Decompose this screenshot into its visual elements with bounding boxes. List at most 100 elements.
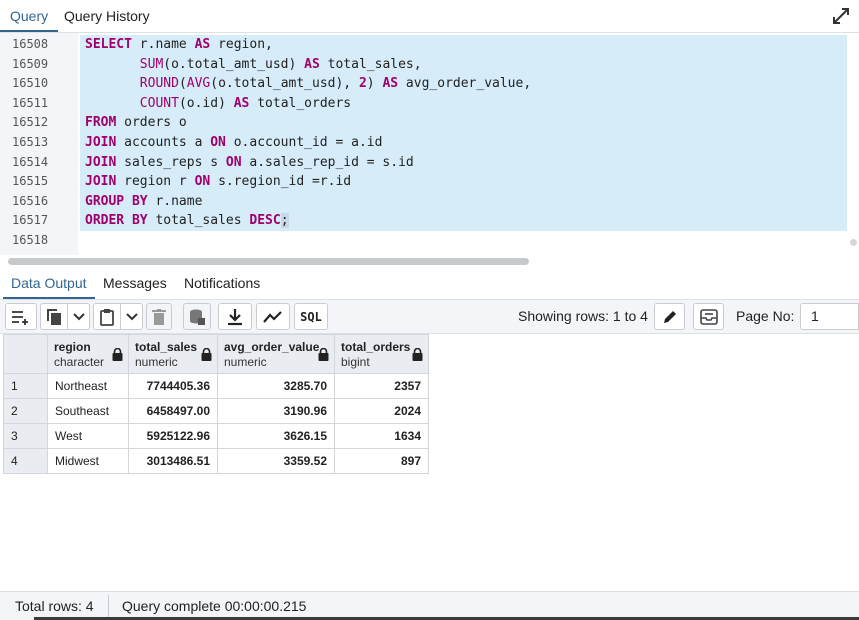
sql-icon: SQL <box>300 309 322 324</box>
sql-button[interactable]: SQL <box>294 303 328 330</box>
sql-token: region r <box>116 174 195 190</box>
code-line[interactable]: FROM orders o <box>85 113 187 133</box>
tab-notifications[interactable]: Notifications <box>176 268 268 299</box>
table-row[interactable]: 2 Southeast 6458497.00 3190.96 2024 <box>3 398 429 424</box>
cell-region[interactable]: Midwest <box>47 448 129 474</box>
expand-icon[interactable] <box>831 6 851 26</box>
table-row[interactable]: 4 Midwest 3013486.51 3359.52 897 <box>3 448 429 474</box>
copy-options-dropdown[interactable] <box>68 303 90 330</box>
row-number[interactable]: 2 <box>3 398 48 424</box>
code-line[interactable]: SELECT r.name AS region, <box>85 35 273 55</box>
add-row-button[interactable] <box>5 303 37 330</box>
cell-avg-order-value[interactable]: 3285.70 <box>217 373 335 399</box>
cell-total-sales[interactable]: 6458497.00 <box>128 398 218 424</box>
download-button[interactable] <box>218 303 252 330</box>
line-number: 16513 <box>12 135 49 149</box>
sql-keyword: ON <box>210 135 226 150</box>
line-number: 16509 <box>12 56 49 71</box>
tab-query[interactable]: Query <box>0 0 59 32</box>
add-row-icon <box>11 309 31 325</box>
column-header-avg-order-value[interactable]: avg_order_value numeric <box>217 334 335 374</box>
code-line[interactable]: JOIN sales_reps s ON a.sales_rep_id = s.… <box>85 153 414 173</box>
column-header-region[interactable]: region character <box>47 334 129 374</box>
cell-region[interactable]: West <box>47 423 129 449</box>
data-grid-area: region character total_sales numeric avg… <box>0 334 859 591</box>
cell-total-orders[interactable]: 1634 <box>334 423 429 449</box>
sql-token: avg_order_value, <box>398 76 532 92</box>
sql-token: o.account_id = a.id <box>225 135 383 150</box>
sql-token: (o.total_amt_usd), <box>210 76 359 92</box>
sql-token: s.region_id =r.id <box>210 174 352 190</box>
line-number: 16511 <box>12 95 49 110</box>
sql-keyword: ORDER BY <box>85 213 148 229</box>
sql-token: ) <box>366 76 383 92</box>
result-grid: region character total_sales numeric avg… <box>3 334 429 474</box>
sql-keyword: FROM <box>85 115 117 131</box>
table-row[interactable]: 3 West 5925122.96 3626.15 1634 <box>3 423 429 449</box>
sql-token: accounts a <box>116 135 211 150</box>
table-row[interactable]: 1 Northeast 7744405.36 3285.70 2357 <box>3 373 429 399</box>
code-line[interactable]: SUM(o.total_amt_usd) AS total_sales, <box>85 55 422 75</box>
sql-token: (o.id) <box>178 95 234 111</box>
sql-token: orders o <box>116 115 187 131</box>
code-line[interactable]: COUNT(o.id) AS total_orders <box>85 94 351 114</box>
tab-query-history[interactable]: Query History <box>54 0 160 32</box>
save-data-button[interactable] <box>183 303 211 330</box>
tab-data-output[interactable]: Data Output <box>3 268 95 299</box>
code-line[interactable]: JOIN region r ON s.region_id =r.id <box>85 172 351 192</box>
row-number-header[interactable] <box>3 334 48 374</box>
cell-avg-order-value[interactable]: 3626.15 <box>217 423 335 449</box>
paste-options-dropdown[interactable] <box>121 303 143 330</box>
cell-region[interactable]: Southeast <box>47 398 129 424</box>
row-number[interactable]: 3 <box>3 423 48 449</box>
paste-button[interactable] <box>93 303 121 330</box>
total-rows-status: Total rows: 4 <box>15 598 94 614</box>
delete-button[interactable] <box>146 303 172 330</box>
column-header-total-orders[interactable]: total_orders bigint <box>334 334 429 374</box>
sql-token: total_sales <box>147 213 250 229</box>
copy-button[interactable] <box>40 303 68 330</box>
lock-icon <box>201 347 212 364</box>
code-line[interactable]: ORDER BY total_sales DESC; <box>85 211 289 231</box>
sql-keyword: AS <box>194 37 211 52</box>
line-number: 16514 <box>12 154 49 169</box>
cell-total-sales[interactable]: 5925122.96 <box>128 423 218 449</box>
sql-token: r.name <box>147 193 203 209</box>
sql-function: SUM <box>139 56 164 72</box>
row-number[interactable]: 4 <box>3 448 48 474</box>
cell-avg-order-value[interactable]: 3359.52 <box>217 448 335 474</box>
cell-avg-order-value[interactable]: 3190.96 <box>217 398 335 424</box>
lock-icon <box>112 347 123 364</box>
code-line[interactable]: GROUP BY r.name <box>85 192 202 212</box>
column-header-total-sales[interactable]: total_sales numeric <box>128 334 218 374</box>
cell-total-sales[interactable]: 3013486.51 <box>128 448 218 474</box>
status-divider <box>108 595 109 617</box>
page-number-input[interactable]: 1 <box>800 303 859 330</box>
line-number: 16512 <box>12 115 49 130</box>
graph-visualiser-button[interactable] <box>256 303 290 330</box>
cell-total-sales[interactable]: 7744405.36 <box>128 373 218 399</box>
filter-rows-icon <box>699 308 718 325</box>
cell-region[interactable]: Northeast <box>47 373 129 399</box>
vertical-scrollbar[interactable] <box>850 239 857 246</box>
sql-editor[interactable]: 16508 16509 16510 16511 16512 16513 16514 16515… <box>0 33 859 265</box>
horizontal-scrollbar[interactable] <box>8 258 529 265</box>
sql-keyword: AS <box>233 95 250 111</box>
code-line[interactable]: JOIN accounts a ON o.account_id = a.id <box>85 133 382 153</box>
sql-keyword: GROUP BY <box>85 193 148 209</box>
cell-total-orders[interactable]: 897 <box>334 448 429 474</box>
sql-token: total_sales, <box>319 56 422 72</box>
code-line[interactable]: ROUND(AVG(o.total_amt_usd), 2) AS avg_or… <box>85 74 531 94</box>
row-number[interactable]: 1 <box>3 373 48 399</box>
cell-total-orders[interactable]: 2357 <box>334 373 429 399</box>
data-toolbar: SQL Showing rows: 1 to 4 Page No: <box>0 300 859 334</box>
sql-token: a.sales_rep_id = s.id <box>241 154 414 170</box>
sql-token: region, <box>210 37 273 52</box>
tab-messages[interactable]: Messages <box>95 268 175 299</box>
cell-total-orders[interactable]: 2024 <box>334 398 429 424</box>
result-tab-bar: Data Output Messages Notifications <box>0 268 859 300</box>
filter-rows-button[interactable] <box>693 303 724 330</box>
edit-rows-button[interactable] <box>654 303 685 330</box>
sql-token: sales_reps s <box>116 154 226 170</box>
sql-keyword: JOIN <box>85 154 117 170</box>
